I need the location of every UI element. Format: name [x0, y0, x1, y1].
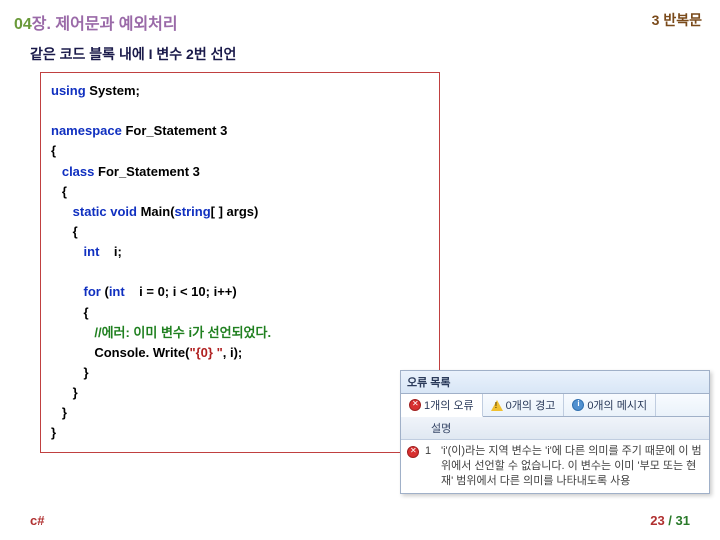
code-text: {: [51, 303, 429, 323]
section-title: 3 반복문: [652, 10, 702, 34]
code-text: For_Statement 3: [122, 123, 227, 138]
code-text: {: [51, 141, 429, 161]
language-label: c#: [30, 513, 44, 528]
keyword: namespace: [51, 123, 122, 138]
keyword: int: [84, 244, 100, 259]
warnings-tab-label: 0개의 경고: [506, 397, 556, 413]
messages-tab[interactable]: 0개의 메시지: [564, 394, 656, 416]
warning-icon: [491, 400, 503, 411]
code-text: [ ] args): [211, 204, 259, 219]
error-panel-title: 오류 목록: [401, 371, 709, 394]
chapter-number: 04: [14, 16, 32, 33]
code-text: Console. Write(: [51, 345, 189, 360]
code-text: , i);: [223, 345, 243, 360]
code-text: }: [51, 383, 429, 403]
errors-tab[interactable]: 1개의 오류: [401, 394, 483, 417]
code-text: i = 0; i < 10; i++): [125, 284, 237, 299]
keyword: int: [109, 284, 125, 299]
code-text: }: [51, 363, 429, 383]
error-icon: [407, 446, 419, 458]
string-literal: "{0} ": [189, 345, 222, 360]
header: 04장. 제어문과 예외처리 3 반복문: [0, 0, 720, 40]
code-text: Main(: [137, 204, 175, 219]
code-block: using System; namespace For_Statement 3 …: [40, 72, 440, 453]
footer: c# 23 / 31: [0, 513, 720, 528]
code-text: For_Statement 3: [94, 164, 199, 179]
error-number: 1: [425, 444, 435, 489]
chapter-label: 장. 제어문과 예외처리: [32, 16, 178, 33]
error-message: 'i'(이)라는 지역 변수는 'i'에 다른 의미를 주기 때문에 이 범위에…: [441, 444, 703, 489]
page-indicator: 23 / 31: [650, 513, 690, 528]
page-separator: /: [665, 513, 676, 528]
keyword: for: [84, 284, 101, 299]
code-text: System;: [86, 83, 140, 98]
error-column-header: 설명: [401, 417, 709, 440]
code-text: }: [51, 423, 429, 443]
keyword: class: [62, 164, 95, 179]
chapter-title: 04장. 제어문과 예외처리: [14, 10, 178, 34]
code-text: i;: [99, 244, 121, 259]
messages-tab-label: 0개의 메시지: [587, 397, 647, 413]
error-tabs: 1개의 오류 0개의 경고 0개의 메시지: [401, 394, 709, 417]
info-icon: [572, 399, 584, 411]
keyword: static void: [73, 204, 137, 219]
errors-tab-label: 1개의 오류: [424, 397, 474, 413]
error-icon: [409, 399, 421, 411]
error-row[interactable]: 1 'i'(이)라는 지역 변수는 'i'에 다른 의미를 주기 때문에 이 범…: [401, 440, 709, 493]
code-text: {: [51, 182, 429, 202]
keyword: string: [175, 204, 211, 219]
code-text: {: [51, 222, 429, 242]
code-text: (: [101, 284, 109, 299]
page-total: 31: [676, 513, 690, 528]
slide-subtitle: 같은 코드 블록 내에 I 변수 2번 선언: [0, 40, 720, 72]
comment: //에러: 이미 변수 i가 선언되었다.: [94, 325, 271, 340]
code-text: }: [51, 403, 429, 423]
error-list-panel: 오류 목록 1개의 오류 0개의 경고 0개의 메시지 설명 1 'i'(이)라…: [400, 370, 710, 494]
page-current: 23: [650, 513, 664, 528]
warnings-tab[interactable]: 0개의 경고: [483, 394, 565, 416]
keyword: using: [51, 83, 86, 98]
